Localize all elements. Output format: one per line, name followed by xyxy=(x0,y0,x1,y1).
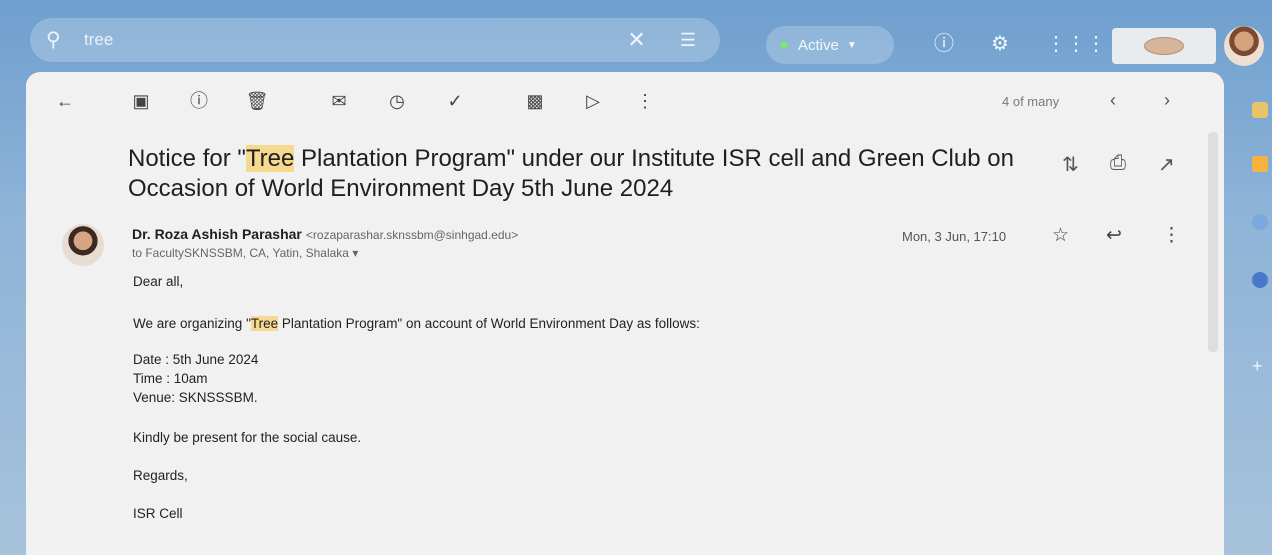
more-vert-icon[interactable]: ⋮ xyxy=(632,88,658,114)
arrow-left-icon[interactable]: ← xyxy=(52,88,78,114)
signature: ISR Cell xyxy=(133,506,183,521)
collapse-icon[interactable]: ⇅ xyxy=(1062,152,1079,177)
recipients[interactable]: to FacultySKNSSBM, CA, Yatin, Shalaka ▾ xyxy=(132,246,358,260)
intro-paragraph: We are organizing "Tree Plantation Progr… xyxy=(133,314,700,333)
sender-name[interactable]: Dr. Roza Ashish Parashar xyxy=(132,226,302,242)
request-line: Kindly be present for the social cause. xyxy=(133,430,362,445)
organization-logo[interactable] xyxy=(1112,28,1216,64)
add-addon-icon[interactable]: + xyxy=(1252,357,1268,375)
print-icon[interactable]: ⎙ xyxy=(1110,152,1126,175)
subject-text: Notice for " xyxy=(128,145,246,172)
close-icon[interactable]: ✕ xyxy=(627,27,645,53)
tasks-icon[interactable] xyxy=(1252,214,1268,230)
event-time: Time : 10am xyxy=(133,371,208,386)
account-avatar[interactable] xyxy=(1224,26,1264,66)
chevron-right-icon[interactable]: › xyxy=(1164,90,1170,111)
chevron-left-icon[interactable]: ‹ xyxy=(1110,90,1116,111)
search-highlight: Tree xyxy=(250,316,279,331)
intro-text-rest: Plantation Program" on account of World … xyxy=(278,316,700,331)
intro-text: We are organizing " xyxy=(133,316,251,331)
email-toolbar: ← ▣ ⓘ 🗑 ✉ ◷ ✓ ▩ ▷ ⋮ 4 of many ‹ › xyxy=(26,72,1224,132)
contacts-icon[interactable] xyxy=(1252,272,1268,288)
help-icon[interactable]: ⓘ xyxy=(932,32,956,56)
search-highlight: Tree xyxy=(245,145,295,172)
trash-icon[interactable]: 🗑 xyxy=(244,88,270,114)
email-date: Mon, 3 Jun, 17:10 xyxy=(902,229,1007,244)
clock-icon[interactable]: ◷ xyxy=(384,88,410,114)
chevron-down-icon[interactable]: ▾ xyxy=(352,246,358,260)
gear-icon[interactable]: ⚙ xyxy=(988,32,1012,56)
status-label: Active xyxy=(798,36,839,54)
more-vert-icon[interactable]: ⋮ xyxy=(1162,224,1181,247)
sender-avatar[interactable] xyxy=(62,224,104,266)
reply-icon[interactable]: ↩ xyxy=(1106,224,1122,247)
add-task-icon[interactable]: ✓ xyxy=(442,88,468,114)
label-icon[interactable]: ▷ xyxy=(580,88,606,114)
closing: Regards, xyxy=(133,468,188,483)
chevron-down-icon: ▼ xyxy=(846,39,857,51)
search-icon[interactable]: ⚲ xyxy=(46,28,70,52)
report-spam-icon[interactable]: ⓘ xyxy=(186,88,212,114)
move-to-icon[interactable]: ▩ xyxy=(522,88,548,114)
apps-grid-icon[interactable]: ⋮⋮⋮ xyxy=(1046,32,1106,56)
keep-icon[interactable] xyxy=(1252,156,1268,172)
search-input[interactable]: tree xyxy=(84,30,627,50)
status-selector[interactable]: Active ▼ xyxy=(766,26,894,64)
message-counter: 4 of many xyxy=(1002,94,1060,109)
top-bar: ⚲ tree ✕ ☰ Active ▼ ⓘ ⚙ ⋮⋮⋮ xyxy=(0,0,1272,80)
mark-unread-icon[interactable]: ✉ xyxy=(326,88,352,114)
status-dot xyxy=(780,41,788,49)
star-icon[interactable]: ☆ xyxy=(1052,224,1069,247)
sender-email: <rozaparashar.sknssbm@sinhgad.edu> xyxy=(305,228,519,242)
sender-line: Dr. Roza Ashish Parashar <rozaparashar.sk… xyxy=(132,226,518,242)
scrollbar[interactable] xyxy=(1208,132,1218,352)
search-bar[interactable]: ⚲ tree ✕ ☰ xyxy=(30,18,720,62)
recipients-text: to FacultySKNSSBM, CA, Yatin, Shalaka xyxy=(132,246,349,260)
calendar-icon[interactable] xyxy=(1252,102,1268,118)
email-subject: Notice for "Tree Plantation Program" und… xyxy=(128,144,1028,204)
event-venue: Venue: SKNSSSBM. xyxy=(133,390,258,405)
right-side-panel: + xyxy=(1246,90,1272,550)
org-logo-image xyxy=(1144,37,1184,55)
email-panel: ← ▣ ⓘ 🗑 ✉ ◷ ✓ ▩ ▷ ⋮ 4 of many ‹ › Notice… xyxy=(26,72,1224,555)
event-date: Date : 5th June 2024 xyxy=(133,352,259,367)
greeting: Dear all, xyxy=(133,274,184,289)
tune-icon[interactable]: ☰ xyxy=(680,30,696,51)
open-in-new-icon[interactable]: ↗ xyxy=(1158,152,1175,177)
archive-icon[interactable]: ▣ xyxy=(128,88,154,114)
